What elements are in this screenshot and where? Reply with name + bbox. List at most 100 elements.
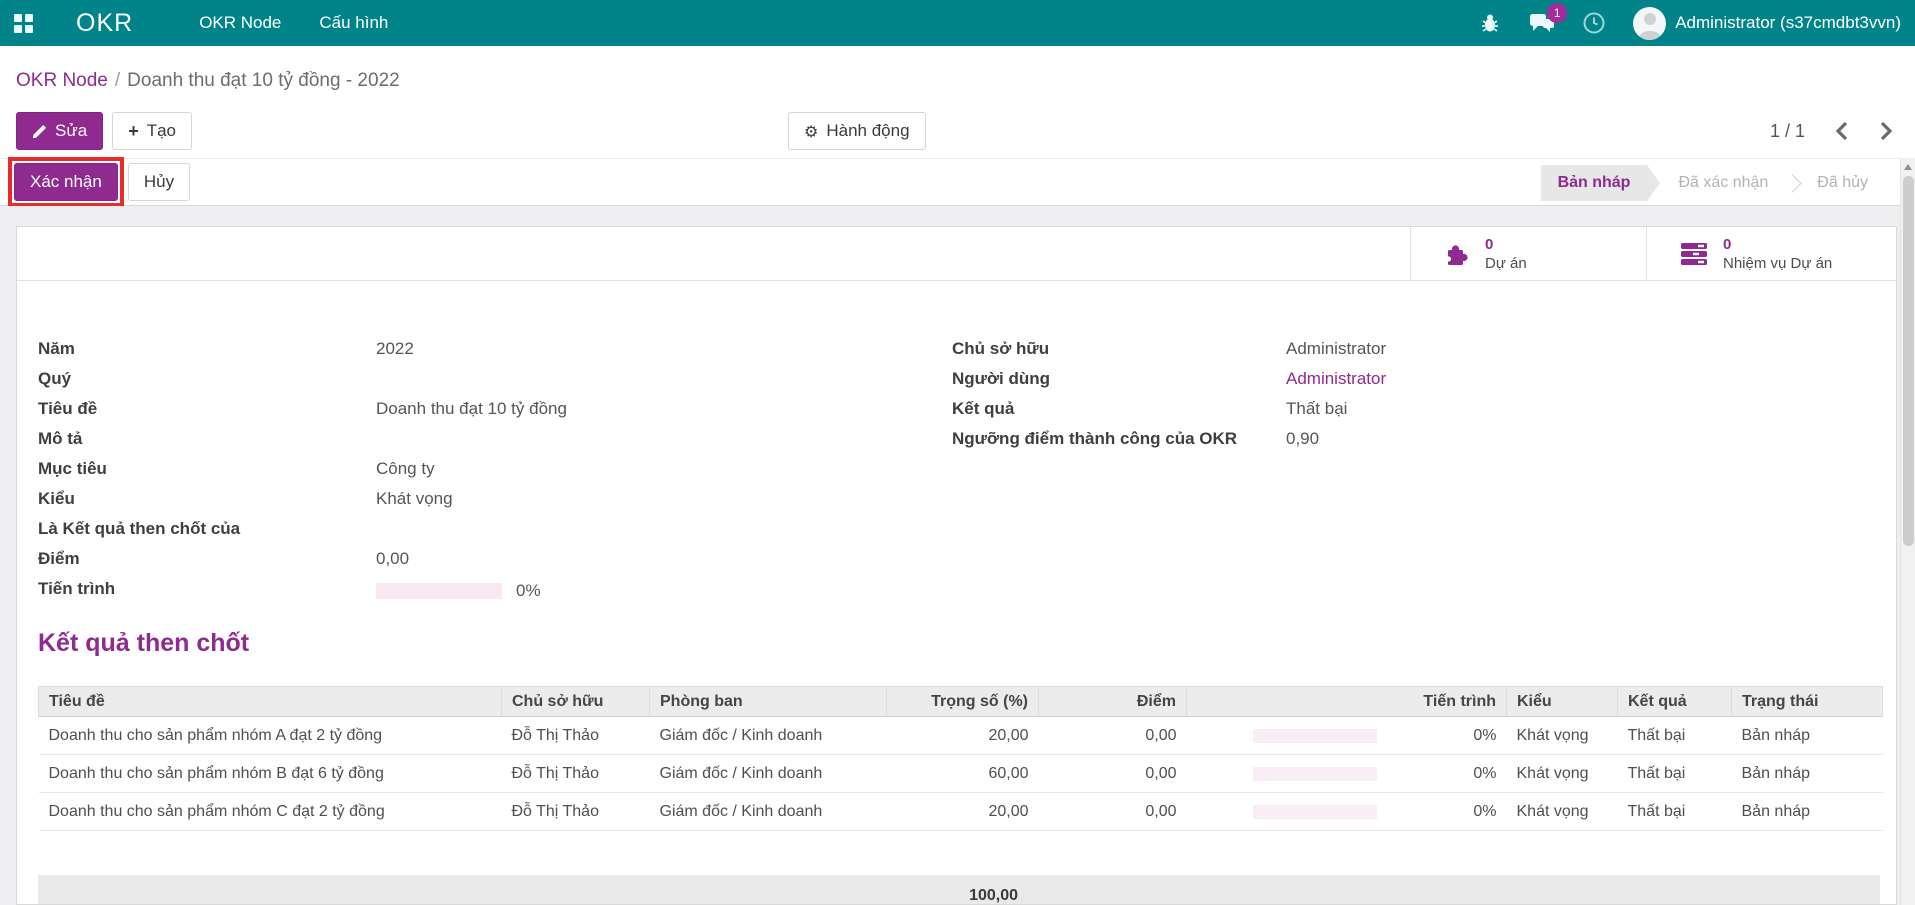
form-fields: Năm2022 Quý Tiêu đềDoanh thu đạt 10 tỷ đ…	[17, 281, 1896, 609]
create-button-label: Tạo	[147, 121, 176, 141]
cell-state: Bản nháp	[1732, 793, 1883, 831]
cell-department: Giám đốc / Kinh doanh	[650, 717, 887, 755]
field-value-result[interactable]: Thất bại	[1286, 399, 1347, 422]
field-label-target: Mục tiêu	[38, 459, 376, 482]
cell-department: Giám đốc / Kinh doanh	[650, 755, 887, 793]
action-menu-button[interactable]: ⚙ Hành động	[788, 112, 926, 150]
field-value-title[interactable]: Doanh thu đạt 10 tỷ đồng	[376, 399, 567, 422]
puzzle-icon	[1443, 240, 1471, 268]
cell-score: 0,00	[1039, 755, 1187, 793]
total-weight-value: 100,00	[38, 887, 1028, 905]
field-value-year[interactable]: 2022	[376, 339, 414, 362]
cell-state: Bản nháp	[1732, 717, 1883, 755]
debug-bug-icon[interactable]	[1477, 10, 1503, 36]
row-progress-bar	[1253, 729, 1377, 743]
scrollbar-thumb[interactable]	[1903, 176, 1914, 546]
scrollbar-up-arrow-icon[interactable]	[1904, 164, 1912, 170]
col-header-weight[interactable]: Trọng số (%)	[887, 687, 1039, 717]
stat-button-project-tasks[interactable]: 0 Nhiệm vụ Dự án	[1646, 227, 1896, 280]
control-panel-buttons: Sửa + Tạo ⚙ Hành động 1 / 1	[0, 110, 1915, 158]
top-navbar: OKR OKR Node Cấu hình 1	[0, 0, 1915, 46]
col-header-owner[interactable]: Chủ sở hữu	[502, 687, 650, 717]
cell-score: 0,00	[1039, 793, 1187, 831]
apps-grid-icon	[14, 14, 33, 33]
breadcrumb: OKR Node / Doanh thu đạt 10 tỷ đồng - 2022	[0, 46, 1915, 110]
confirm-button-label: Xác nhận	[30, 172, 102, 192]
field-label-key-result-of: Là Kết quả then chốt của	[38, 519, 376, 542]
field-label-okr-threshold: Ngưỡng điểm thành công của OKR	[952, 429, 1286, 452]
vertical-scrollbar[interactable]	[1900, 158, 1915, 905]
status-step-draft[interactable]: Bản nháp	[1541, 165, 1648, 201]
pager-next-icon[interactable]	[1879, 121, 1893, 141]
progress-percent: 0%	[516, 581, 541, 601]
field-label-type: Kiểu	[38, 489, 376, 512]
form-sheet: 0 Dự án 0 Nhiệm vụ Dự án	[16, 226, 1897, 905]
field-value-score[interactable]: 0,00	[376, 549, 409, 572]
field-label-user: Người dùng	[952, 369, 1286, 392]
row-progress-bar	[1253, 767, 1377, 781]
progress-widget: 0%	[376, 579, 541, 602]
cell-type: Khát vọng	[1507, 793, 1618, 831]
field-value-owner[interactable]: Administrator	[1286, 339, 1386, 362]
breadcrumb-separator: /	[115, 70, 120, 91]
cell-result: Thất bại	[1618, 755, 1732, 793]
col-header-progress[interactable]: Tiến trình	[1187, 687, 1507, 717]
cell-weight: 60,00	[887, 755, 1039, 793]
col-header-state[interactable]: Trạng thái	[1732, 687, 1883, 717]
apps-menu-button[interactable]	[0, 0, 46, 46]
table-total-row: 100,00	[38, 875, 1880, 905]
field-value-okr-threshold[interactable]: 0,90	[1286, 429, 1319, 452]
gear-icon: ⚙	[804, 122, 818, 141]
message-count-badge: 1	[1547, 3, 1567, 23]
col-header-type[interactable]: Kiểu	[1507, 687, 1618, 717]
cell-progress-percent: 0%	[1473, 727, 1496, 745]
col-header-score[interactable]: Điểm	[1039, 687, 1187, 717]
confirm-button[interactable]: Xác nhận	[14, 163, 118, 201]
projects-label: Dự án	[1485, 254, 1527, 273]
col-header-result[interactable]: Kết quả	[1618, 687, 1732, 717]
key-results-section-title: Kết quả then chốt	[38, 629, 1896, 658]
field-label-title: Tiêu đề	[38, 399, 376, 422]
status-step-confirmed[interactable]: Đã xác nhận	[1661, 165, 1785, 201]
top-menu: OKR Node Cấu hình	[199, 9, 388, 37]
field-value-target[interactable]: Công ty	[376, 459, 435, 482]
pager-prev-icon[interactable]	[1835, 121, 1849, 141]
cell-score: 0,00	[1039, 717, 1187, 755]
cancel-button-label: Hủy	[144, 172, 174, 192]
messages-icon[interactable]: 1	[1529, 10, 1555, 36]
field-label-description: Mô tả	[38, 429, 376, 452]
activity-clock-icon[interactable]	[1581, 10, 1607, 36]
edit-button[interactable]: Sửa	[16, 112, 103, 150]
field-label-score: Điểm	[38, 549, 376, 572]
field-label-owner: Chủ sở hữu	[952, 339, 1286, 362]
status-step-cancelled[interactable]: Đã hủy	[1800, 165, 1885, 201]
field-value-type[interactable]: Khát vọng	[376, 489, 453, 512]
menu-okr-node[interactable]: OKR Node	[199, 9, 281, 37]
col-header-department[interactable]: Phòng ban	[650, 687, 887, 717]
cell-weight: 20,00	[887, 793, 1039, 831]
cell-owner: Đỗ Thị Thảo	[502, 793, 650, 831]
avatar	[1633, 7, 1666, 40]
progress-bar-track	[376, 583, 502, 599]
table-row[interactable]: Doanh thu cho sản phẩm nhóm C đạt 2 tỷ đ…	[39, 793, 1883, 831]
breadcrumb-current: Doanh thu đạt 10 tỷ đồng - 2022	[127, 70, 400, 91]
table-row[interactable]: Doanh thu cho sản phẩm nhóm A đạt 2 tỷ đ…	[39, 717, 1883, 755]
stat-button-projects[interactable]: 0 Dự án	[1410, 227, 1646, 280]
cell-progress-percent: 0%	[1473, 803, 1496, 821]
plus-icon: +	[128, 121, 139, 142]
cancel-button[interactable]: Hủy	[128, 163, 190, 201]
cell-owner: Đỗ Thị Thảo	[502, 755, 650, 793]
tasks-icon	[1679, 241, 1709, 267]
field-value-user-link[interactable]: Administrator	[1286, 369, 1386, 392]
cell-title: Doanh thu cho sản phẩm nhóm C đạt 2 tỷ đ…	[39, 793, 502, 831]
row-progress-bar	[1253, 805, 1377, 819]
topbar-right: 1 Administrator (s37cmdbt3vvn)	[1477, 7, 1915, 40]
user-menu[interactable]: Administrator (s37cmdbt3vvn)	[1633, 7, 1901, 40]
projects-count: 0	[1485, 235, 1527, 254]
table-row[interactable]: Doanh thu cho sản phẩm nhóm B đạt 6 tỷ đ…	[39, 755, 1883, 793]
menu-config[interactable]: Cấu hình	[319, 9, 388, 37]
col-header-title[interactable]: Tiêu đề	[39, 687, 502, 717]
app-brand[interactable]: OKR	[76, 9, 133, 38]
create-button[interactable]: + Tạo	[112, 112, 192, 150]
breadcrumb-parent-link[interactable]: OKR Node	[16, 70, 108, 91]
